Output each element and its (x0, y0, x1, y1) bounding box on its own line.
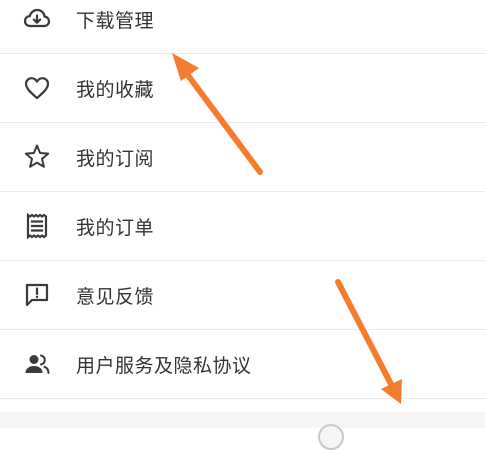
feedback-icon (22, 280, 52, 310)
menu-item-download-manager[interactable]: 下载管理 (0, 0, 485, 54)
menu-item-label: 我的收藏 (76, 78, 155, 101)
cloud-download-icon (22, 4, 52, 34)
bottom-section-bar (0, 412, 485, 428)
menu-item-label: 下载管理 (76, 9, 155, 32)
star-icon (22, 142, 52, 172)
menu-item-favorites[interactable]: 我的收藏 (0, 54, 485, 123)
menu-item-orders[interactable]: 我的订单 (0, 192, 485, 261)
menu-item-user-service-privacy[interactable]: 用户服务及隐私协议 (0, 330, 485, 399)
menu-item-label: 意见反馈 (76, 285, 155, 308)
menu-item-subscriptions[interactable]: 我的订阅 (0, 123, 485, 192)
menu-item-label: 我的订单 (76, 216, 155, 239)
people-icon (22, 349, 52, 379)
receipt-icon (22, 211, 52, 241)
menu-item-feedback[interactable]: 意见反馈 (0, 261, 485, 330)
menu-item-label: 用户服务及隐私协议 (76, 354, 252, 377)
menu-item-label: 我的订阅 (76, 147, 155, 170)
heart-icon (22, 73, 52, 103)
